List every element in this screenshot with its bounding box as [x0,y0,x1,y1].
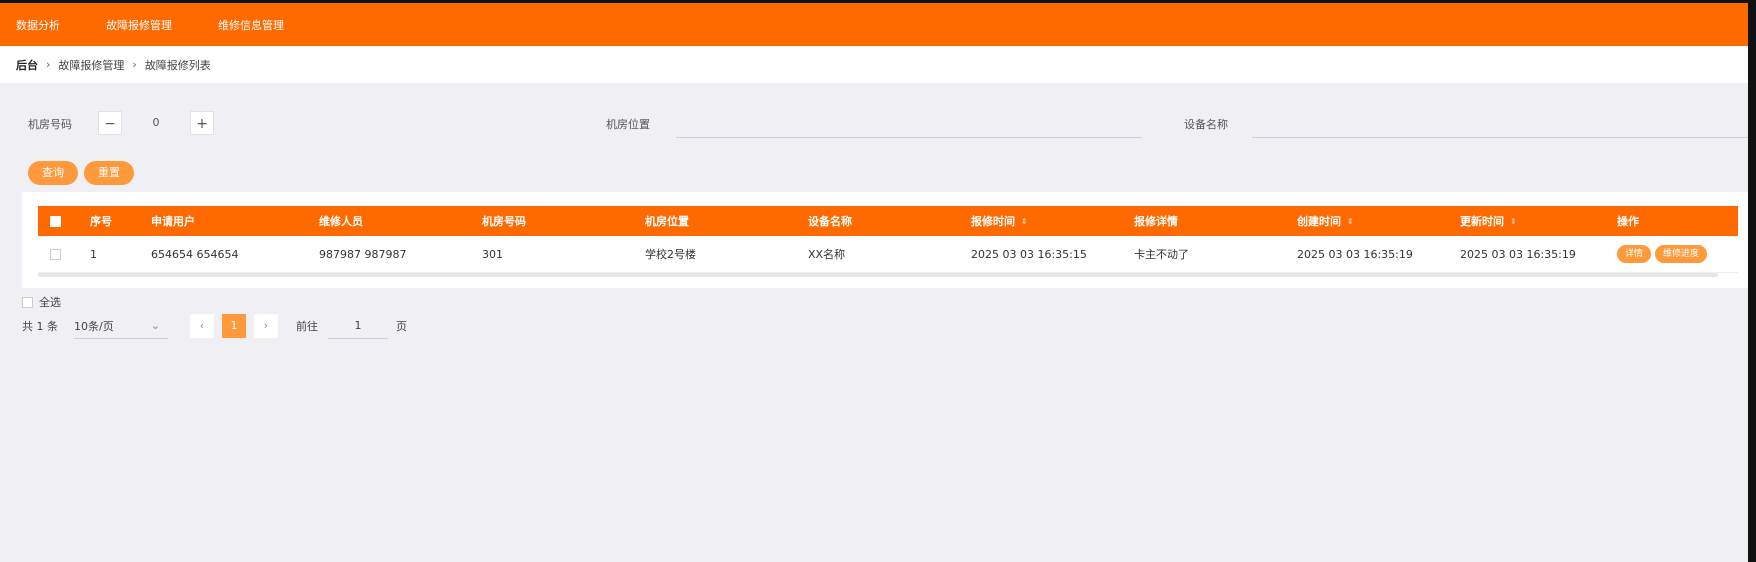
cell-updated: 2025 03 03 16:35:19 [1460,247,1576,261]
header-report-time[interactable]: 报修时间 ⇕ [971,206,1028,236]
prev-page-button[interactable]: ‹ [190,314,214,338]
chevron-right-icon: › [132,58,137,71]
header-index: 序号 [90,215,112,228]
repair-progress-button[interactable]: 维修进度 [1655,245,1708,263]
device-name-label: 设备名称 [1184,118,1228,131]
cell-report-time: 2025 03 03 16:35:15 [971,247,1087,261]
header-created[interactable]: 创建时间 ⇕ [1297,206,1354,236]
cell-created: 2025 03 03 16:35:19 [1297,247,1413,261]
row-checkbox[interactable] [50,248,61,260]
query-button[interactable]: 查询 [28,161,78,185]
cell-repairer: 987987 987987 [319,247,407,261]
chevron-right-icon: › [46,58,51,71]
cell-index: 1 [90,247,97,261]
pagination: 共 1 条 10条/页 ⌄ ‹ 1 › 前往 1 页 [22,314,407,339]
goto-label: 前往 [296,320,318,333]
breadcrumb-root[interactable]: 后台 [16,57,38,73]
header-device-name: 设备名称 [808,215,852,228]
chevron-down-icon: ⌄ [150,319,160,332]
breadcrumb-level1[interactable]: 故障报修管理 [58,57,124,73]
repair-table: 序号 申请用户 维修人员 机房号码 机房位置 设备名称 报修时间 ⇕ 报修详情 … [22,192,1748,288]
header-room-number: 机房号码 [482,215,526,228]
reset-button[interactable]: 重置 [84,161,134,185]
table-scrollbar[interactable] [38,273,1718,277]
header-report-time-label: 报修时间 [971,215,1015,228]
cell-room-location: 学校2号楼 [645,248,696,261]
sort-icon[interactable]: ⇕ [1510,217,1517,226]
sort-icon[interactable]: ⇕ [1021,217,1028,226]
nav-data-analysis[interactable]: 数据分析 [16,17,60,33]
header-updated[interactable]: 更新时间 ⇕ [1460,206,1517,236]
cell-device-name: XX名称 [808,248,846,261]
sort-icon[interactable]: ⇕ [1347,217,1354,226]
header-room-location: 机房位置 [645,215,689,228]
page-size-select[interactable]: 10条/页 ⌄ [74,314,168,339]
nav-repair-info[interactable]: 维修信息管理 [218,17,284,33]
room-number-label: 机房号码 [28,118,72,131]
room-number-input[interactable]: 0 [122,111,190,135]
cell-applicant: 654654 654654 [151,247,239,261]
header-applicant: 申请用户 [151,215,195,228]
header-updated-label: 更新时间 [1460,215,1504,228]
top-navigation: 数据分析 故障报修管理 维修信息管理 [0,0,1748,46]
select-all-checkbox[interactable] [22,296,33,308]
room-location-input[interactable] [676,111,1142,138]
window-edge [1748,0,1756,562]
header-details: 报修详情 [1134,215,1178,228]
breadcrumb-level2: 故障报修列表 [144,58,211,72]
cell-room-number: 301 [482,247,503,261]
header-created-label: 创建时间 [1297,215,1341,228]
select-all-label: 全选 [39,296,61,309]
header-repairer: 维修人员 [319,215,363,228]
page-1-button[interactable]: 1 [222,314,246,338]
header-checkbox[interactable] [50,215,61,227]
next-page-button[interactable]: › [254,314,278,338]
goto-page-input[interactable]: 1 [328,314,388,339]
goto-suffix: 页 [396,320,407,333]
detail-button[interactable]: 详情 [1617,245,1652,263]
breadcrumb: 后台 › 故障报修管理 › 故障报修列表 [0,46,1748,83]
room-location-label: 机房位置 [606,118,650,131]
room-number-stepper: − 0 + [98,111,214,135]
table-header: 序号 申请用户 维修人员 机房号码 机房位置 设备名称 报修时间 ⇕ 报修详情 … [38,206,1738,236]
header-actions: 操作 [1617,215,1639,228]
minus-button[interactable]: − [98,111,122,135]
table-row: 1 654654 654654 987987 987987 301 学校2号楼 … [38,236,1738,273]
cell-actions: 详情 维修进度 [1617,236,1711,272]
device-name-input[interactable] [1252,111,1748,138]
total-count: 共 1 条 [22,320,58,333]
page-size-value: 10条/页 [74,319,114,333]
nav-fault-repair[interactable]: 故障报修管理 [106,17,172,33]
cell-details: 卡主不动了 [1134,248,1189,261]
select-all[interactable]: 全选 [22,294,61,310]
filter-form: 机房号码 − 0 + 机房位置 设备名称 [0,110,1748,146]
plus-button[interactable]: + [190,111,214,135]
